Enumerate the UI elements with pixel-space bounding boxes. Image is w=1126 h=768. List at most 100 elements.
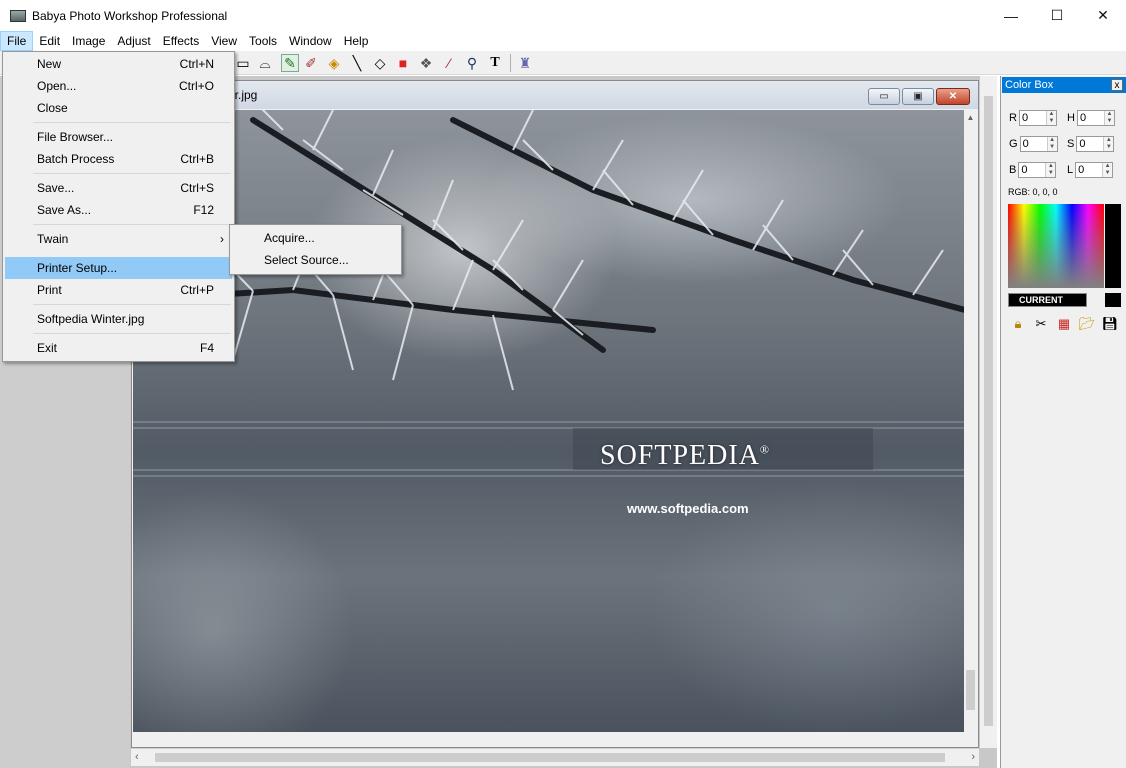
rectangle-select-icon[interactable]: ▭ <box>234 54 252 72</box>
color-picker-icon[interactable]: ■ <box>394 54 412 72</box>
s-spin-row: S 0 ▲ ▼ <box>1067 136 1115 152</box>
minimize-button[interactable]: — <box>988 0 1034 31</box>
rgb-readout: RGB: 0, 0, 0 <box>1008 187 1058 197</box>
s-label: S <box>1067 138 1075 150</box>
menu-separator <box>33 122 231 123</box>
menu-item-batch-process[interactable]: Batch Process Ctrl+B <box>5 148 232 170</box>
b-input[interactable]: 0 ▲ ▼ <box>1018 162 1057 178</box>
menu-view[interactable]: View <box>205 31 243 51</box>
s-input[interactable]: 0 ▲ ▼ <box>1076 136 1115 152</box>
menu-effects[interactable]: Effects <box>157 31 205 51</box>
h-spin-row: H 0 ▲ ▼ <box>1067 110 1115 126</box>
twain-submenu: Acquire... Select Source... <box>229 224 402 275</box>
scroll-left-icon[interactable]: ‹ <box>135 751 139 763</box>
scroll-right-icon[interactable]: › <box>971 751 975 763</box>
image-canvas[interactable]: SOFTPEDIA® www.softpedia.com <box>133 110 965 732</box>
maximize-button[interactable]: ☐ <box>1034 0 1080 31</box>
stamp-icon[interactable]: ❖ <box>417 54 435 72</box>
file-menu-dropdown: New Ctrl+N Open... Ctrl+O Close File Brows… <box>2 51 235 362</box>
document-title-bar[interactable]: er.jpg ▭ ▣ ✕ <box>132 81 978 109</box>
text-icon[interactable]: T <box>486 54 504 72</box>
window-title: Babya Photo Workshop Professional <box>32 8 228 23</box>
menu-item-print[interactable]: Print Ctrl+P <box>5 279 232 301</box>
current-color-swatch <box>1105 293 1121 307</box>
menu-item-open[interactable]: Open... Ctrl+O <box>5 75 232 97</box>
horizontal-scrollbar[interactable]: ‹ › <box>131 748 979 766</box>
l-input[interactable]: 0 ▲ ▼ <box>1075 162 1114 178</box>
current-color-label: CURRENT <box>1008 293 1087 307</box>
b-label: B <box>1009 164 1017 176</box>
zoom-icon[interactable]: ⚲ <box>463 54 481 72</box>
g-input[interactable]: 0 ▲ ▼ <box>1019 136 1058 152</box>
luminance-bar[interactable] <box>1105 204 1121 288</box>
open-folder-icon[interactable]: 📂︎ <box>1079 316 1096 332</box>
doc-maximize-button[interactable]: ▣ <box>902 88 934 105</box>
menu-bar: File Edit Image Adjust Effects View Tool… <box>0 31 1126 51</box>
color-spectrum[interactable] <box>1008 204 1104 288</box>
title-bar: Babya Photo Workshop Professional — ☐ ✕ <box>0 0 1126 31</box>
doc-minimize-button[interactable]: ▭ <box>868 88 900 105</box>
b-spin-row: B 0 ▲ ▼ <box>1009 162 1057 178</box>
document-window: er.jpg ▭ ▣ ✕ SOFTPEDIA® www.softpedia.co… <box>131 80 979 748</box>
app-icon <box>10 9 26 22</box>
ws-scroll-thumb[interactable] <box>984 96 993 726</box>
lock-icon[interactable]: 🔒︎ <box>1010 316 1026 332</box>
h-input[interactable]: 0 ▲ ▼ <box>1076 110 1115 126</box>
menu-tools[interactable]: Tools <box>243 31 283 51</box>
menu-item-file-browser[interactable]: File Browser... <box>5 126 232 148</box>
menu-item-save-as[interactable]: Save As... F12 <box>5 199 232 221</box>
doc-close-button[interactable]: ✕ <box>936 88 970 105</box>
close-button[interactable]: ✕ <box>1080 0 1126 31</box>
submenu-item-select-source[interactable]: Select Source... <box>232 249 399 271</box>
menu-item-printer-setup[interactable]: Printer Setup... <box>5 257 232 279</box>
g-label: G <box>1009 138 1018 150</box>
submenu-item-acquire[interactable]: Acquire... <box>232 227 399 249</box>
color-box-title: Color Box x <box>1002 77 1126 93</box>
g-spin-row: G 0 ▲ ▼ <box>1009 136 1058 152</box>
save-icon[interactable]: 💾︎ <box>1102 316 1119 332</box>
l-spin-row: L 0 ▲ ▼ <box>1067 162 1114 178</box>
menu-separator <box>33 173 231 174</box>
frost-branches-image <box>133 110 965 477</box>
softpedia-url: www.softpedia.com <box>627 501 749 516</box>
color-box-panel: Color Box x R 0 ▲ ▼ H 0 ▲ ▼ G 0 ▲ ▼ S 0 ▲ ▼ B 0 ▲… <box>1000 76 1126 768</box>
menu-separator <box>33 224 231 225</box>
menu-file[interactable]: File <box>0 31 34 51</box>
menu-adjust[interactable]: Adjust <box>111 31 156 51</box>
h-label: H <box>1067 112 1075 124</box>
palette-icon[interactable]: ▦ <box>1056 316 1072 332</box>
menu-window[interactable]: Window <box>283 31 338 51</box>
submenu-arrow-icon: › <box>220 232 224 246</box>
cut-icon[interactable]: ✂ <box>1033 316 1049 332</box>
fill-icon[interactable]: ◈ <box>325 54 343 72</box>
menu-image[interactable]: Image <box>66 31 111 51</box>
menu-help[interactable]: Help <box>338 31 375 51</box>
eraser-icon[interactable]: ◇ <box>371 54 389 72</box>
hscroll-thumb[interactable] <box>155 753 945 762</box>
menu-item-new[interactable]: New Ctrl+N <box>5 53 232 75</box>
smudge-icon[interactable]: ♜ <box>516 54 534 72</box>
lasso-icon[interactable]: ⌓ <box>256 54 274 72</box>
pencil-icon[interactable]: ✎ <box>281 54 299 72</box>
line-icon[interactable]: ╲ <box>348 54 366 72</box>
scroll-thumb[interactable] <box>966 670 975 710</box>
r-spin-row: R 0 ▲ ▼ <box>1009 110 1057 126</box>
l-label: L <box>1067 164 1074 176</box>
workspace-vertical-scrollbar[interactable] <box>980 76 997 748</box>
toolbar-separator <box>510 54 511 72</box>
menu-item-exit[interactable]: Exit F4 <box>5 337 232 359</box>
menu-separator <box>33 304 231 305</box>
softpedia-logo: SOFTPEDIA® <box>600 440 771 471</box>
menu-item-recent-file[interactable]: Softpedia Winter.jpg <box>5 308 232 330</box>
brush-icon[interactable]: ✐ <box>302 54 320 72</box>
color-box-close-button[interactable]: x <box>1111 79 1123 91</box>
menu-separator <box>33 333 231 334</box>
scroll-up-icon[interactable]: ▲ <box>964 110 977 124</box>
menu-item-save[interactable]: Save... Ctrl+S <box>5 177 232 199</box>
menu-item-twain[interactable]: Twain › <box>5 228 232 250</box>
menu-item-close[interactable]: Close <box>5 97 232 119</box>
eyedropper-icon[interactable]: ⁄ <box>440 54 458 72</box>
doc-vertical-scrollbar[interactable]: ▲ <box>964 110 977 732</box>
r-input[interactable]: 0 ▲ ▼ <box>1018 110 1057 126</box>
menu-edit[interactable]: Edit <box>33 31 66 51</box>
